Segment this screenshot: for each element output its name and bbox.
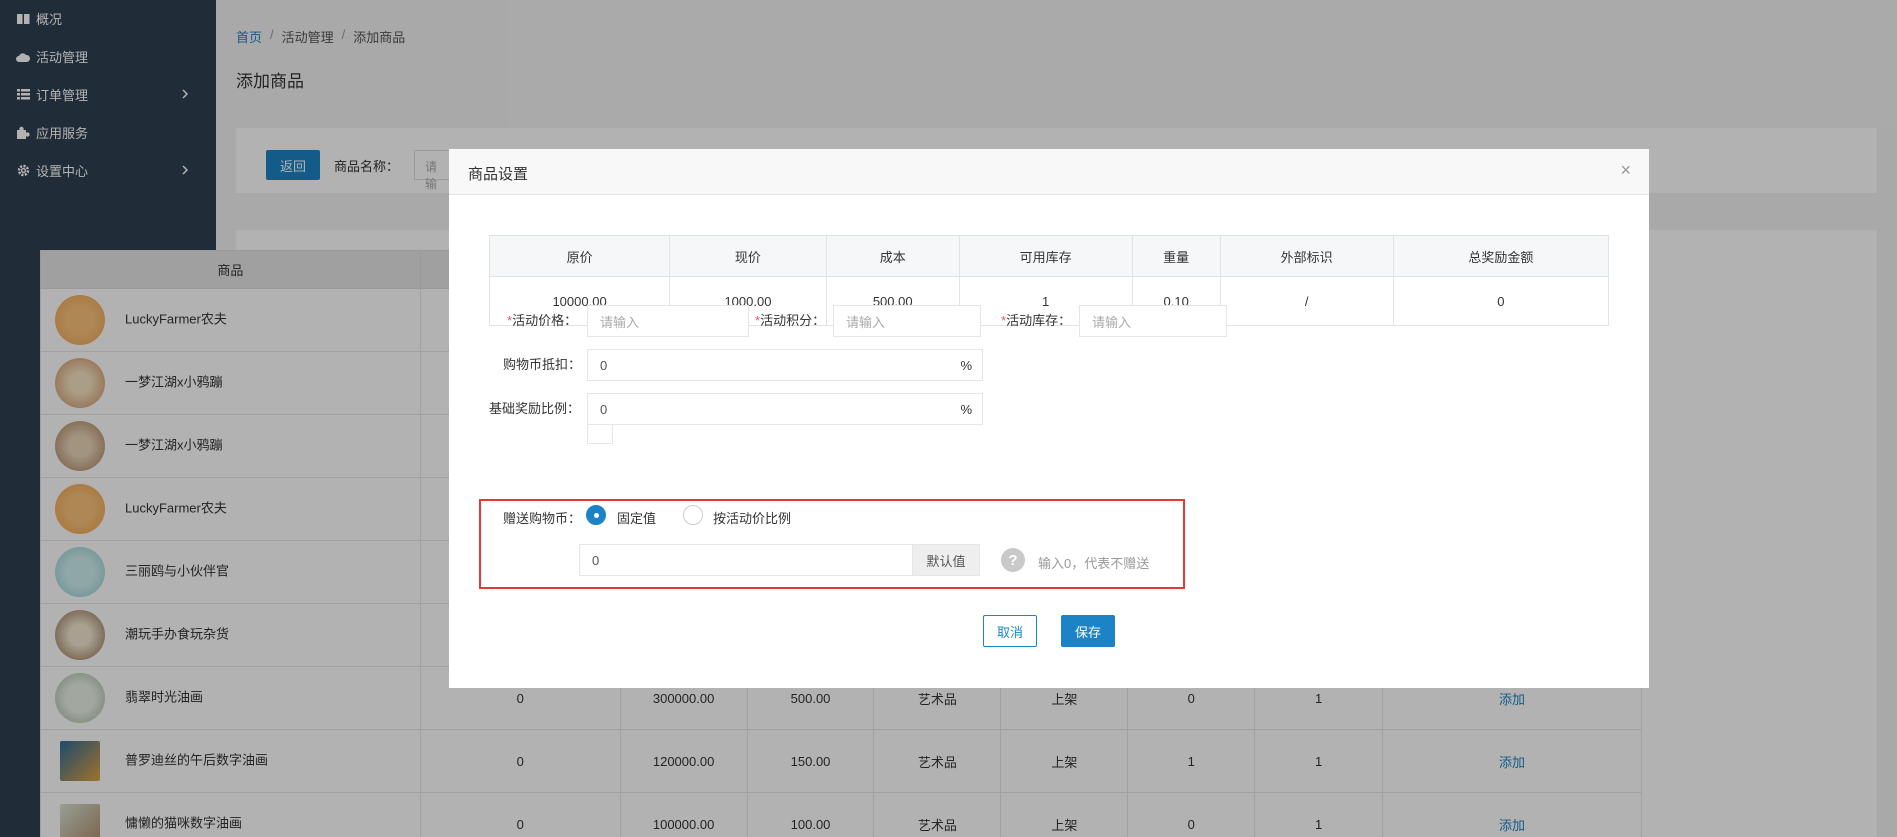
radio-fixed-value[interactable] bbox=[586, 505, 606, 525]
radio-ratio-label[interactable]: 按活动价比例 bbox=[713, 508, 791, 527]
modal-header: 商品设置 × bbox=[449, 149, 1649, 195]
percent-unit: % bbox=[960, 358, 972, 373]
spec-header-available-stock: 可用库存 bbox=[958, 235, 1133, 277]
spec-total-reward: 0 bbox=[1392, 276, 1610, 326]
coin-deduct-value: 0 bbox=[600, 357, 608, 373]
activity-price-input[interactable]: 请输入 bbox=[587, 305, 749, 337]
activity-points-label: *活动积分： bbox=[755, 313, 826, 328]
activity-stock-label: *活动库存： bbox=[1001, 313, 1072, 328]
gift-coin-help-text: 输入0，代表不赠送 bbox=[1038, 556, 1150, 571]
gift-coin-label: 赠送购物币： bbox=[503, 511, 582, 526]
radio-fixed-label[interactable]: 固定值 bbox=[617, 508, 656, 527]
save-button[interactable]: 保存 bbox=[1061, 615, 1115, 647]
product-settings-modal: 商品设置 × 原价 现价 成本 可用库存 重量 外部标识 总奖励金额 10000… bbox=[449, 149, 1649, 688]
base-reward-label: 基础奖励比例： bbox=[489, 401, 581, 416]
percent-unit: % bbox=[960, 402, 972, 417]
cancel-button[interactable]: 取消 bbox=[983, 615, 1037, 647]
coin-deduct-label: 购物币抵扣： bbox=[503, 357, 582, 372]
base-reward-input[interactable]: 0 % bbox=[587, 393, 983, 425]
close-icon[interactable]: × bbox=[1620, 160, 1631, 181]
gift-coin-value: 0 bbox=[592, 552, 600, 568]
base-reward-value: 0 bbox=[600, 401, 608, 417]
activity-price-label: *活动价格： bbox=[507, 313, 578, 328]
coin-deduct-input[interactable]: 0 % bbox=[587, 349, 983, 381]
spec-header-weight: 重量 bbox=[1131, 235, 1221, 277]
activity-points-input[interactable]: 请输入 bbox=[833, 305, 981, 337]
help-icon[interactable]: ? bbox=[1001, 548, 1025, 572]
radio-ratio-of-activity-price[interactable] bbox=[683, 505, 703, 525]
spec-header-original-price: 原价 bbox=[488, 235, 671, 277]
spec-header-cost: 成本 bbox=[825, 235, 960, 277]
spec-header-external-id: 外部标识 bbox=[1219, 235, 1394, 277]
spec-header-total-reward: 总奖励金额 bbox=[1392, 235, 1610, 277]
spec-header-current-price: 现价 bbox=[669, 235, 827, 277]
default-value-addon: 默认值 bbox=[912, 544, 980, 576]
gift-coin-input[interactable]: 0 bbox=[579, 544, 913, 576]
spec-external-id: / bbox=[1219, 276, 1394, 326]
activity-stock-input[interactable]: 请输入 bbox=[1079, 305, 1227, 337]
modal-title: 商品设置 bbox=[468, 166, 529, 183]
